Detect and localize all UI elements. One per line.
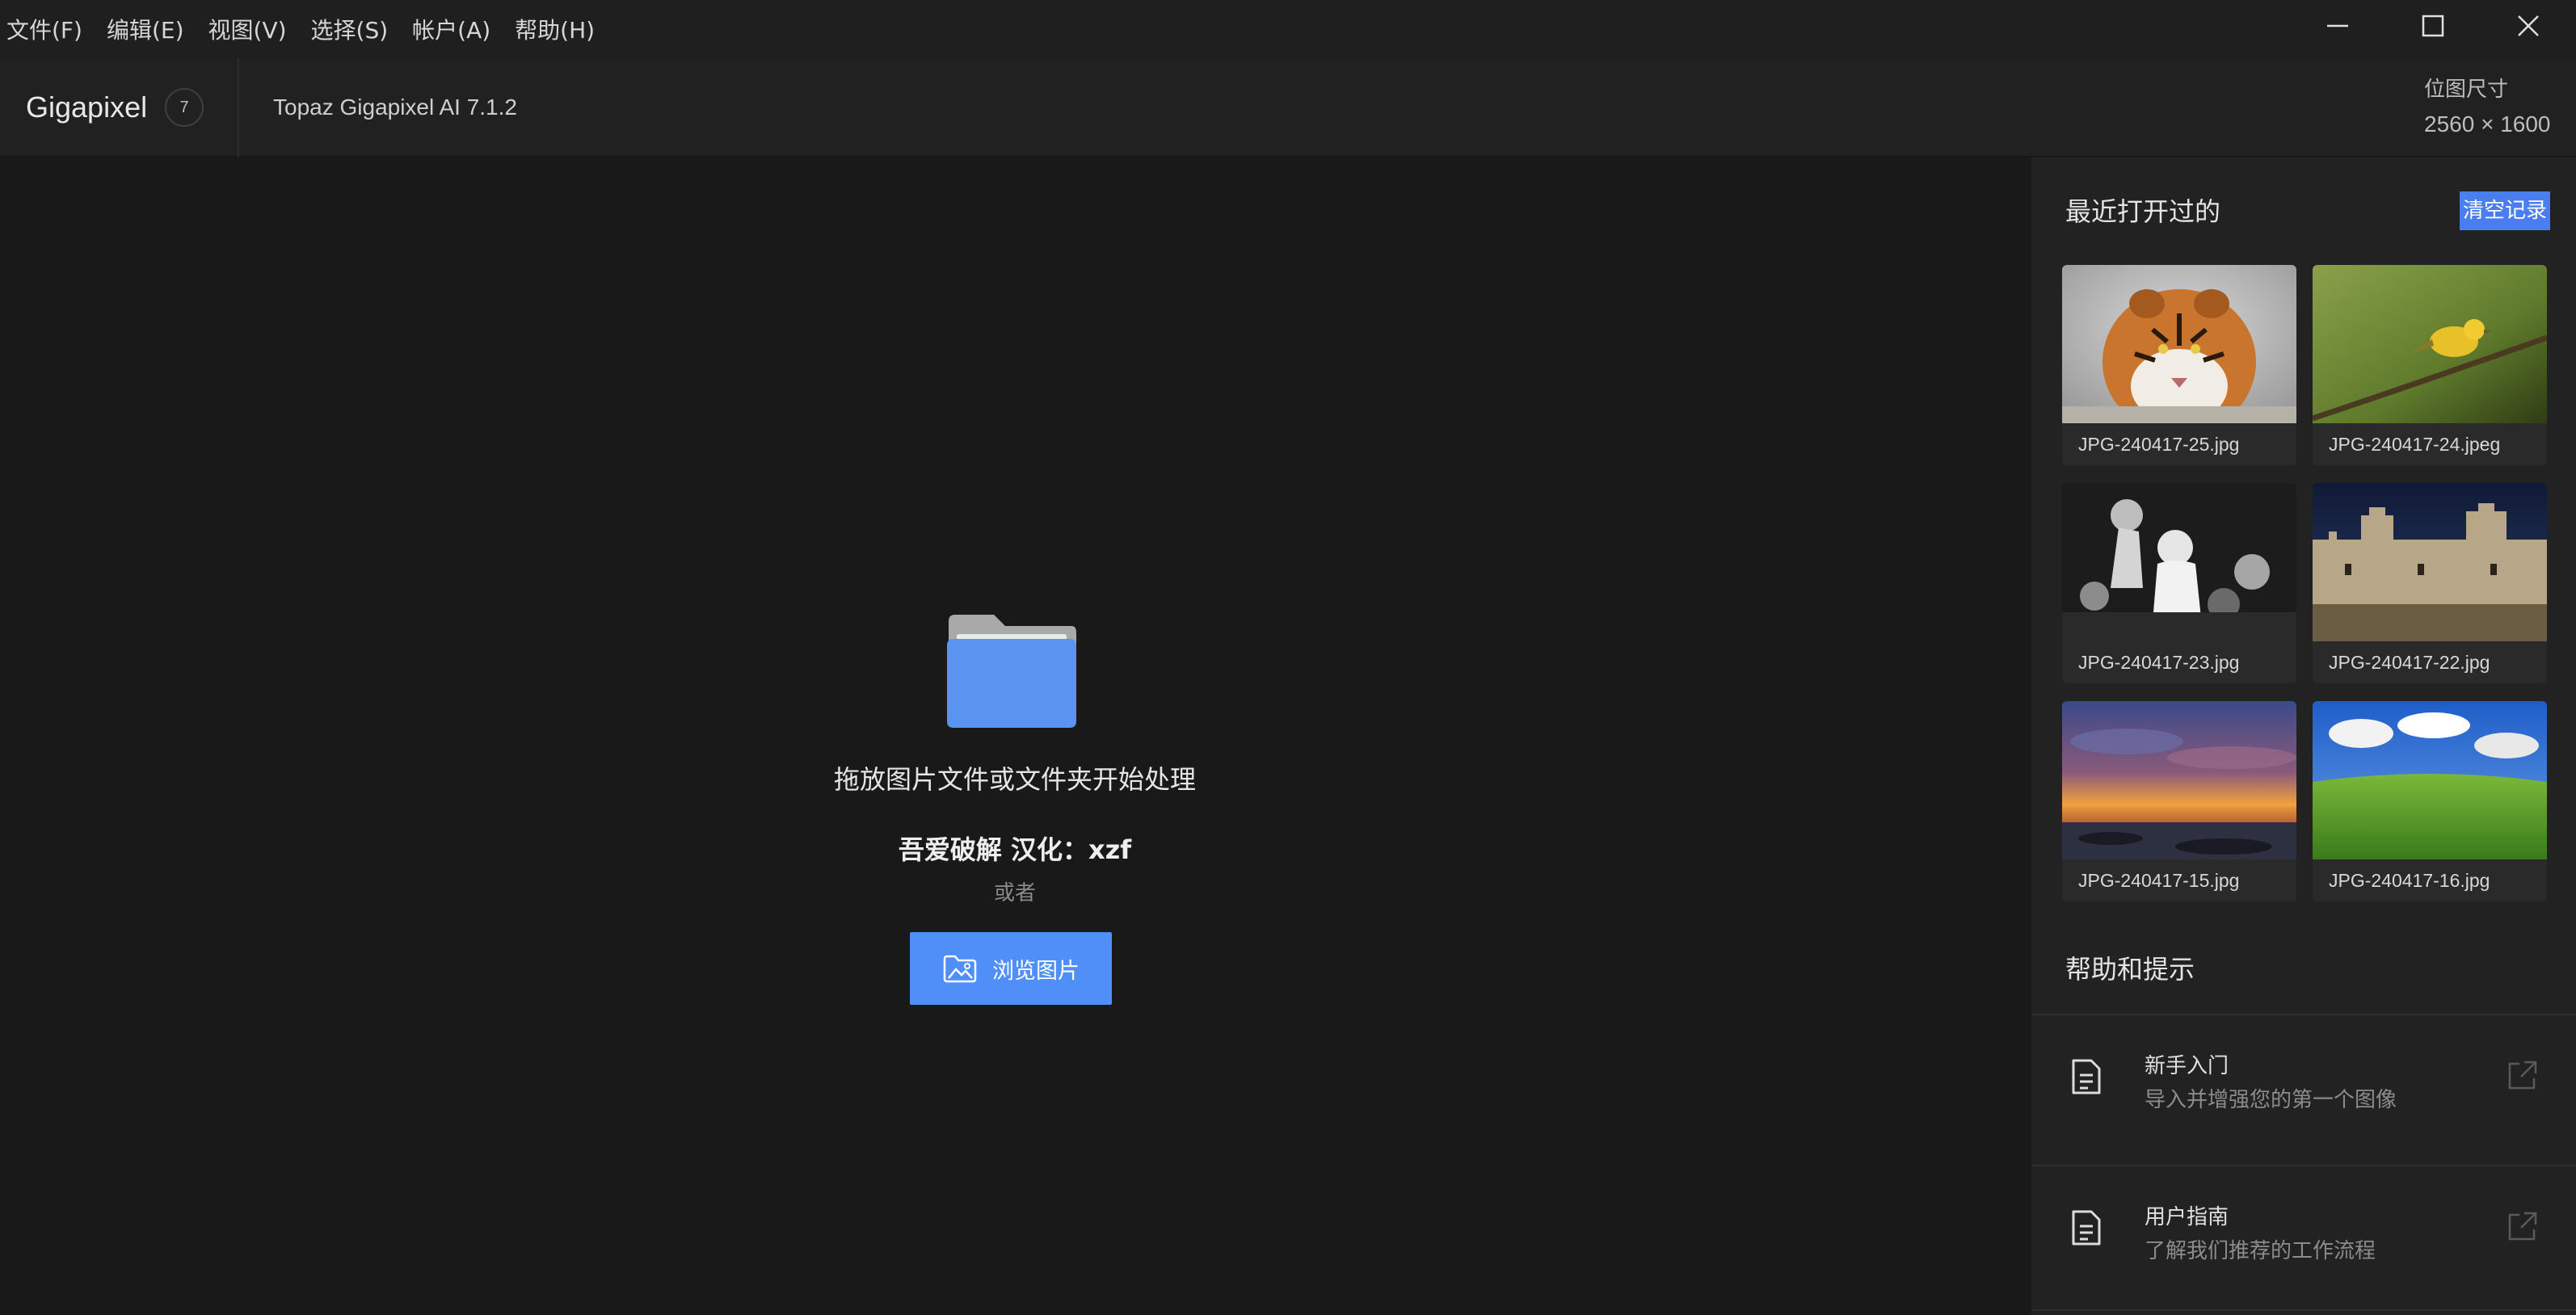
brand: Gigapixel 7 <box>26 58 204 157</box>
brand-name: Gigapixel <box>26 90 148 124</box>
image-folder-icon <box>942 954 978 983</box>
menu-bar: 文件(F) 编辑(E) 视图(V) 选择(S) 帐户(A) 帮助(H) <box>0 0 2576 58</box>
drop-area[interactable]: 拖放图片文件或文件夹开始处理 吾爱破解 汉化：xzf 或者 浏览图片 <box>0 158 2030 1315</box>
tiger-thumbnail <box>2062 265 2296 423</box>
menu-file[interactable]: 文件(F) <box>6 13 82 45</box>
help-item-getting-started[interactable]: 新手入门 导入并增强您的第一个图像 <box>2031 1015 2576 1161</box>
bitmap-size-label: 位图尺寸 <box>2424 78 2509 102</box>
recent-file-name: JPG-240417-24.jpeg <box>2329 434 2501 455</box>
recent-file-name: JPG-240417-22.jpg <box>2329 652 2490 673</box>
recent-file-name: JPG-240417-16.jpg <box>2329 870 2490 891</box>
browse-images-label: 浏览图片 <box>992 958 1080 984</box>
crowd-thumbnail <box>2062 483 2296 641</box>
menu-help[interactable]: 帮助(H) <box>515 13 595 45</box>
field-thumbnail <box>2313 701 2547 859</box>
document-icon <box>2072 1210 2101 1246</box>
right-sidebar: 最近打开过的 清空记录 JPG-240417-25.jpg JPG-240417… <box>2030 158 2576 1315</box>
recent-file-name: JPG-240417-15.jpg <box>2078 870 2240 891</box>
castle-thumbnail <box>2313 483 2547 641</box>
recent-file-card[interactable]: JPG-240417-16.jpg <box>2313 701 2547 901</box>
document-icon <box>2072 1059 2101 1094</box>
help-item-title: 新手入门 <box>2145 1054 2229 1078</box>
recent-file-card[interactable]: JPG-240417-25.jpg <box>2062 265 2296 465</box>
clear-history-button[interactable]: 清空记录 <box>2460 191 2551 230</box>
recent-file-card[interactable]: JPG-240417-15.jpg <box>2062 701 2296 901</box>
recent-file-card[interactable]: JPG-240417-22.jpg <box>2313 483 2547 683</box>
help-tips-title: 帮助和提示 <box>2065 954 2195 985</box>
external-link-icon <box>2508 1061 2537 1090</box>
app-header: Gigapixel 7 Topaz Gigapixel AI 7.1.2 位图尺… <box>0 58 2576 157</box>
browse-images-button[interactable]: 浏览图片 <box>910 932 1112 1005</box>
minimize-icon <box>2327 24 2348 27</box>
maximize-button[interactable] <box>2385 0 2481 52</box>
help-item-desc: 导入并增强您的第一个图像 <box>2145 1088 2397 1112</box>
menu-view[interactable]: 视图(V) <box>208 13 287 45</box>
external-link-icon <box>2508 1212 2537 1241</box>
folder-icon <box>947 615 1076 728</box>
header-divider <box>238 58 239 157</box>
maximize-icon <box>2422 15 2444 37</box>
close-icon <box>2518 15 2539 36</box>
recent-file-name: JPG-240417-25.jpg <box>2078 434 2240 455</box>
window-controls <box>2290 0 2576 52</box>
version-badge[interactable]: 7 <box>165 88 204 127</box>
recent-file-name: JPG-240417-23.jpg <box>2078 652 2240 673</box>
menu-edit[interactable]: 编辑(E) <box>107 13 184 45</box>
menu-account[interactable]: 帐户(A) <box>412 13 490 45</box>
bitmap-size-value: 2560 × 1600 <box>2424 111 2551 137</box>
help-item-desc: 了解我们推荐的工作流程 <box>2145 1239 2376 1263</box>
credit-text: 吾爱破解 汉化：xzf <box>898 834 1132 865</box>
recent-file-card[interactable]: JPG-240417-24.jpeg <box>2313 265 2547 465</box>
minimize-button[interactable] <box>2290 0 2385 52</box>
menu-select[interactable]: 选择(S) <box>311 13 389 45</box>
help-item-user-guide[interactable]: 用户指南 了解我们推荐的工作流程 <box>2031 1166 2576 1312</box>
recent-file-card[interactable]: JPG-240417-23.jpg <box>2062 483 2296 683</box>
drop-hint: 拖放图片文件或文件夹开始处理 <box>833 764 1196 795</box>
help-item-title: 用户指南 <box>2145 1205 2229 1229</box>
bird-thumbnail <box>2313 265 2547 423</box>
app-title: Topaz Gigapixel AI 7.1.2 <box>273 95 517 120</box>
recent-files-title: 最近打开过的 <box>2065 196 2221 227</box>
menu-items: 文件(F) 编辑(E) 视图(V) 选择(S) 帐户(A) 帮助(H) <box>0 13 619 45</box>
sunset-thumbnail <box>2062 701 2296 859</box>
close-button[interactable] <box>2481 0 2576 52</box>
or-text: 或者 <box>993 881 1036 905</box>
help-divider <box>2031 1309 2576 1311</box>
